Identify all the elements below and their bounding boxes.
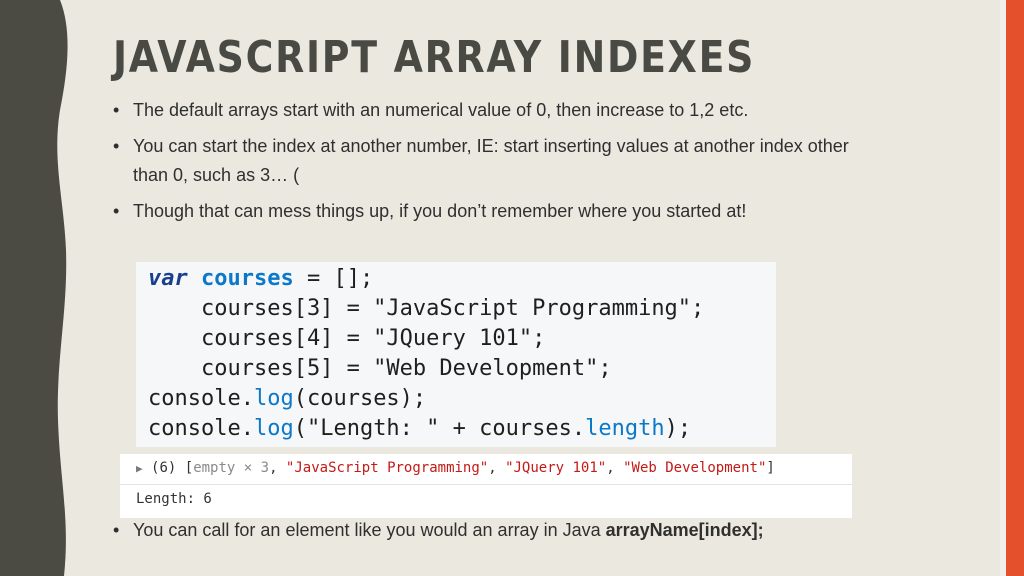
- console-bracket: ]: [766, 460, 775, 476]
- code-text: console.: [148, 416, 254, 441]
- console-row-length: Length: 6: [120, 485, 852, 518]
- code-text: = [];: [293, 266, 374, 291]
- console-separator: ,: [488, 460, 506, 476]
- console-string: "Web Development": [623, 460, 767, 476]
- code-text: );: [664, 416, 692, 441]
- bullet-item: • You can call for an element like you w…: [113, 516, 764, 545]
- console-separator: ,: [606, 460, 624, 476]
- code-line: courses[3] = "JavaScript Programming";: [148, 296, 705, 321]
- bullet-item: • You can start the index at another num…: [113, 132, 849, 190]
- bullet-marker: •: [113, 201, 120, 221]
- code-text: (courses);: [293, 386, 427, 411]
- code-identifier: courses: [201, 266, 294, 291]
- bullet-text: You can call for an element like you wou…: [133, 516, 764, 545]
- code-line: courses[5] = "Web Development";: [148, 356, 612, 381]
- code-line: courses[4] = "JQuery 101";: [148, 326, 546, 351]
- code-text: ("Length: " + courses.: [293, 416, 586, 441]
- bullet-item: • Though that can mess things up, if you…: [113, 197, 746, 226]
- console-array-count: (6) [: [142, 460, 194, 476]
- bullet-text: The default arrays start with an numeric…: [133, 100, 749, 120]
- code-screenshot: var courses = []; courses[3] = "JavaScri…: [136, 262, 776, 447]
- decorative-accent-stripe: [1006, 0, 1024, 576]
- bullet-text-bold: arrayName[index];: [605, 520, 764, 540]
- code-method: log: [253, 386, 294, 411]
- code-keyword: var: [148, 266, 188, 291]
- bullet-text: Though that can mess things up, if you d…: [133, 201, 747, 221]
- console-string: "JQuery 101": [505, 460, 607, 476]
- console-row-array: ▶ (6) [empty × 3, "JavaScript Programmin…: [120, 454, 852, 485]
- slide-title: JAVASCRIPT ARRAY INDEXES: [113, 32, 756, 83]
- decorative-left-band: [0, 0, 68, 576]
- code-property: length: [585, 416, 665, 441]
- bullet-marker: •: [113, 100, 120, 120]
- console-string: "JavaScript Programming": [285, 460, 489, 476]
- console-output-screenshot: ▶ (6) [empty × 3, "JavaScript Programmin…: [120, 454, 852, 518]
- code-method: log: [253, 416, 294, 441]
- bullet-text-line: You can start the index at another numbe…: [133, 136, 849, 156]
- expand-triangle-icon: ▶: [136, 462, 143, 475]
- bullet-text-line: than 0, such as 3… (: [133, 165, 300, 185]
- code-line: var courses = [];: [148, 264, 373, 294]
- console-empty-slots: empty × 3: [193, 460, 270, 476]
- code-line: console.log("Length: " + courses.length)…: [148, 414, 691, 444]
- code-text: console.: [148, 386, 254, 411]
- bullet-marker: •: [113, 520, 120, 540]
- bullet-item: • The default arrays start with an numer…: [113, 96, 748, 125]
- bullet-text-regular: You can call for an element like you wou…: [133, 520, 606, 540]
- bullet-marker: •: [113, 136, 120, 156]
- console-separator: ,: [269, 460, 286, 476]
- console-length-output: Length: 6: [136, 491, 212, 507]
- code-line: console.log(courses);: [148, 384, 426, 414]
